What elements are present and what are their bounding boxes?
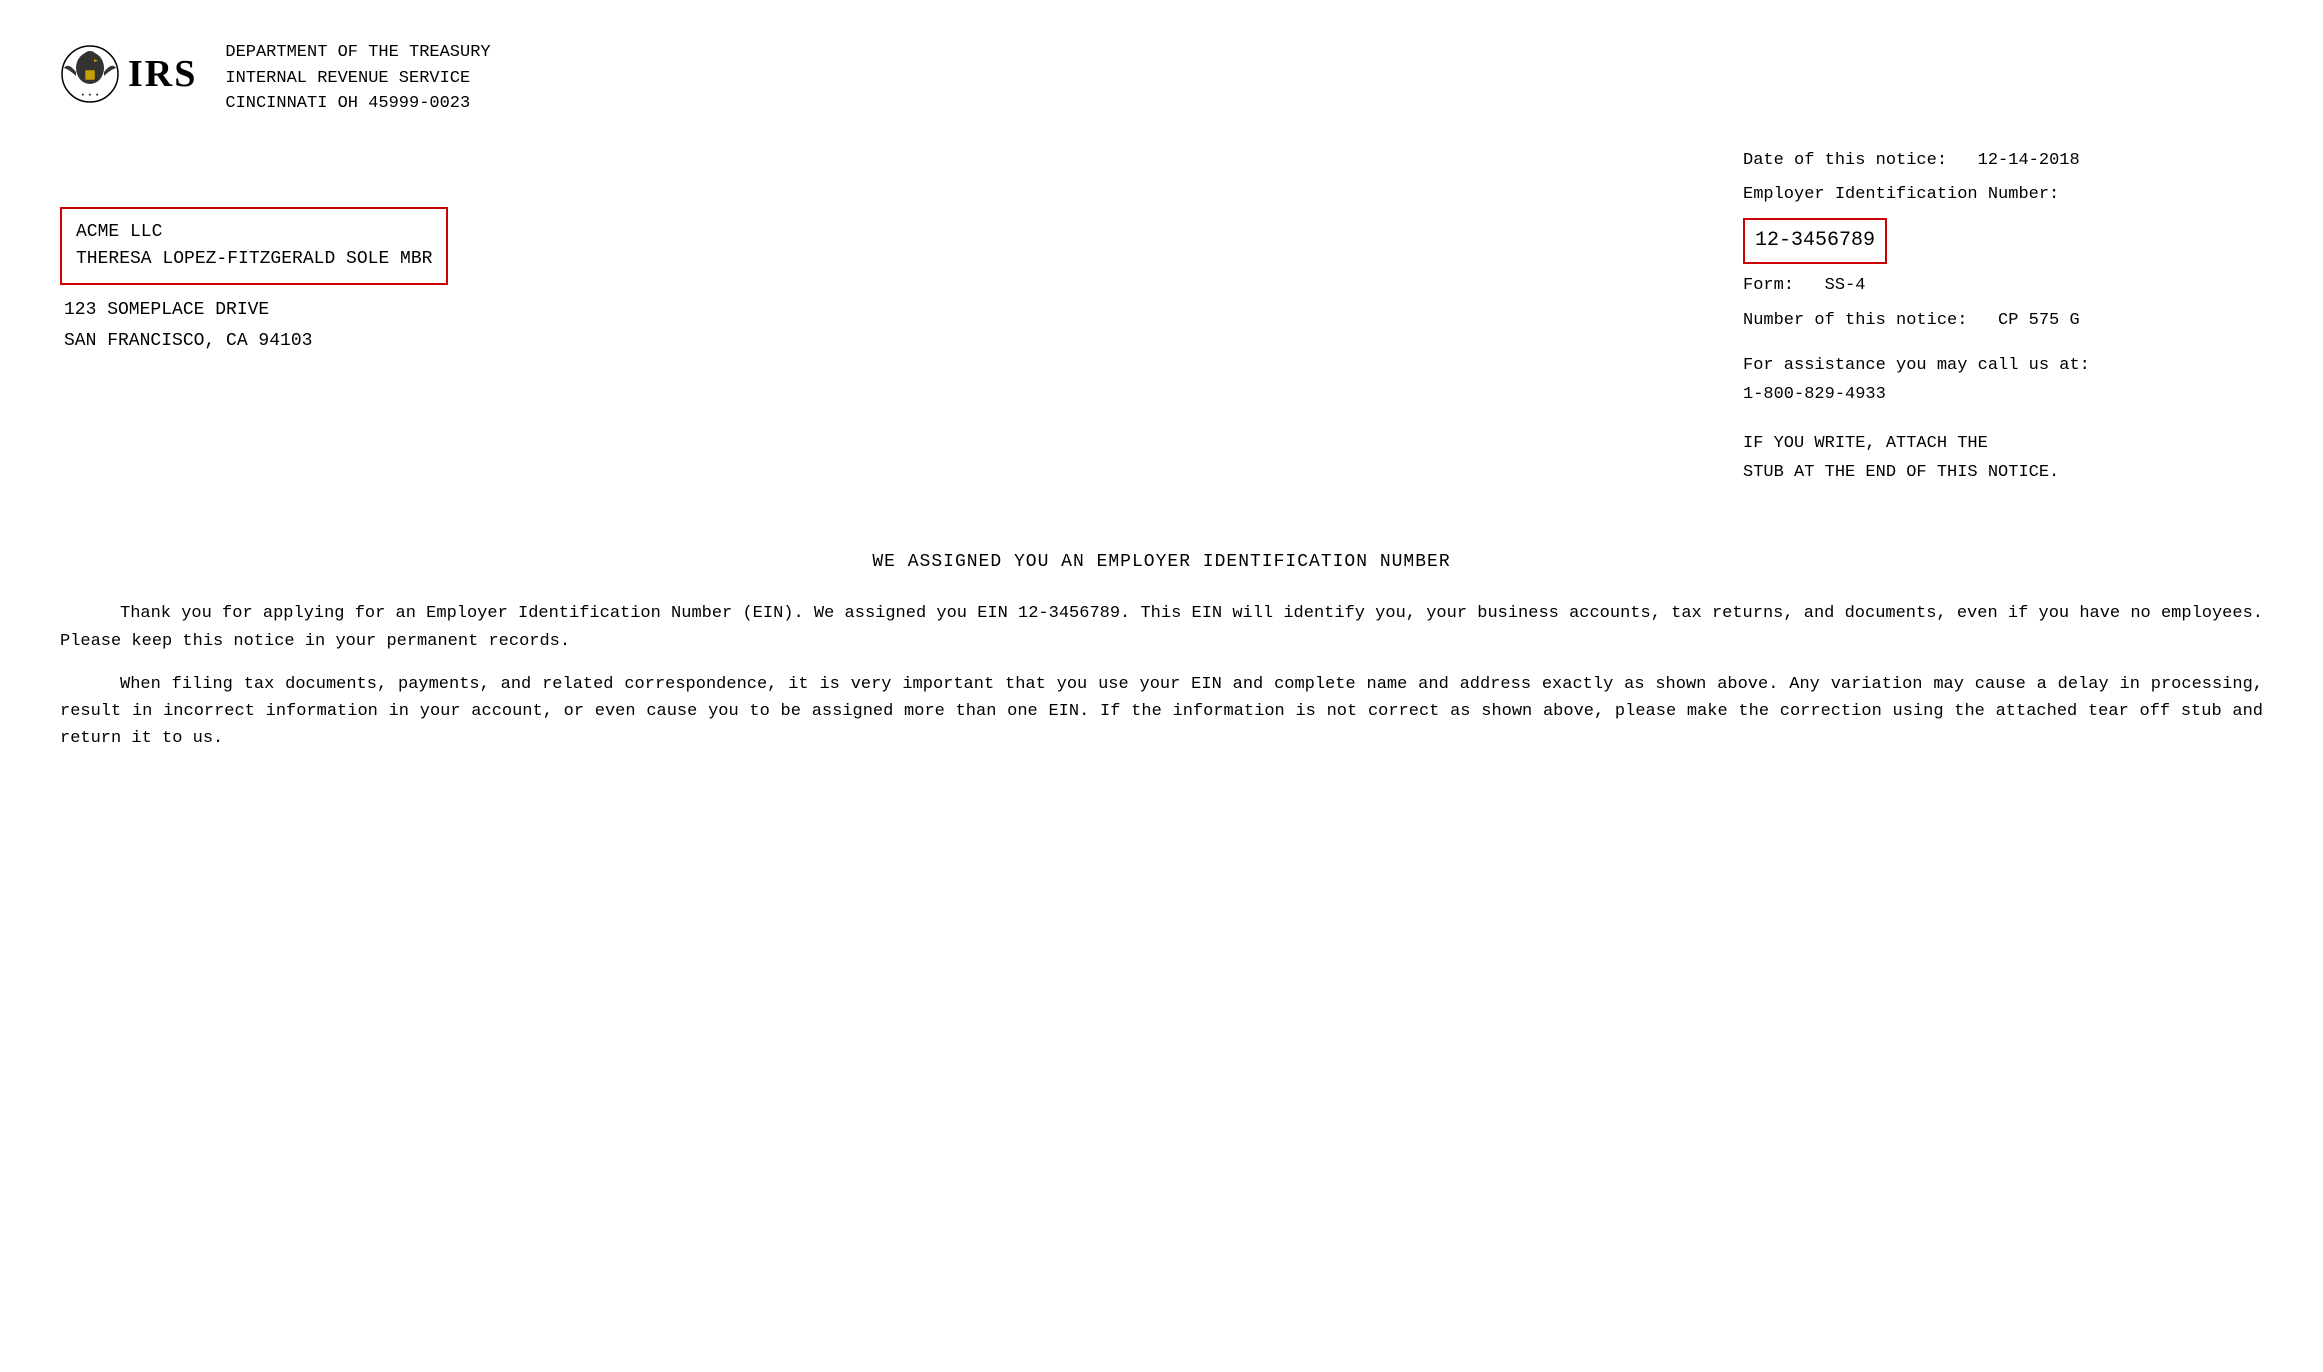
irs-wordmark: IRS bbox=[128, 55, 197, 93]
recipient-name-line2: THERESA LOPEZ-FITZGERALD SOLE MBR bbox=[76, 246, 432, 273]
body-paragraph-1: Thank you for applying for an Employer I… bbox=[60, 600, 2263, 654]
if-you-write-line1: IF YOU WRITE, ATTACH THE bbox=[1743, 430, 2263, 459]
eagle-icon: ★ ★ ★ bbox=[60, 44, 120, 104]
ein-value-box: 12-3456789 bbox=[1743, 218, 1887, 264]
date-value: 12-14-2018 bbox=[1978, 151, 2080, 170]
if-you-write-line2: STUB AT THE END OF THIS NOTICE. bbox=[1743, 459, 2263, 488]
body-section: WE ASSIGNED YOU AN EMPLOYER IDENTIFICATI… bbox=[60, 548, 2263, 753]
assistance-line1: For assistance you may call us at: bbox=[1743, 352, 2263, 381]
if-you-write-block: IF YOU WRITE, ATTACH THE STUB AT THE END… bbox=[1743, 430, 2263, 488]
assistance-line2: 1-800-829-4933 bbox=[1743, 381, 2263, 410]
notice-number-label: Number of this notice: bbox=[1743, 311, 1967, 330]
agency-line2: INTERNAL REVENUE SERVICE bbox=[225, 66, 490, 92]
notice-date-row: Date of this notice: 12-14-2018 bbox=[1743, 147, 2263, 176]
ein-label-row: Employer Identification Number: bbox=[1743, 181, 2263, 210]
recipient-name-line1: ACME LLC bbox=[76, 219, 432, 246]
right-column: Date of this notice: 12-14-2018 Employer… bbox=[1743, 147, 2263, 488]
svg-text:★ ★ ★: ★ ★ ★ bbox=[81, 91, 99, 98]
body-paragraph-2: When filing tax documents, payments, and… bbox=[60, 671, 2263, 753]
form-row: Form: SS-4 bbox=[1743, 272, 2263, 301]
agency-address: DEPARTMENT OF THE TREASURY INTERNAL REVE… bbox=[225, 40, 490, 117]
assistance-block: For assistance you may call us at: 1-800… bbox=[1743, 352, 2263, 410]
notice-number-value: CP 575 G bbox=[1998, 311, 2080, 330]
form-value: SS-4 bbox=[1825, 276, 1866, 295]
left-column: ACME LLC THERESA LOPEZ-FITZGERALD SOLE M… bbox=[60, 147, 1743, 488]
main-layout: ACME LLC THERESA LOPEZ-FITZGERALD SOLE M… bbox=[60, 147, 2263, 488]
recipient-city-state-zip: SAN FRANCISCO, CA 94103 bbox=[60, 328, 1703, 355]
body-title: WE ASSIGNED YOU AN EMPLOYER IDENTIFICATI… bbox=[60, 548, 2263, 577]
agency-line3: CINCINNATI OH 45999-0023 bbox=[225, 91, 490, 117]
ein-label: Employer Identification Number: bbox=[1743, 185, 2059, 204]
date-label: Date of this notice: bbox=[1743, 151, 1947, 170]
ein-value: 12-3456789 bbox=[1755, 229, 1875, 252]
form-label: Form: bbox=[1743, 276, 1794, 295]
notice-number-row: Number of this notice: CP 575 G bbox=[1743, 307, 2263, 336]
recipient-street: 123 SOMEPLACE DRIVE bbox=[60, 297, 1703, 324]
irs-logo: ★ ★ ★ IRS bbox=[60, 44, 209, 104]
agency-line1: DEPARTMENT OF THE TREASURY bbox=[225, 40, 490, 66]
header: ★ ★ ★ IRS DEPARTMENT OF THE TREASURY INT… bbox=[60, 40, 2263, 117]
recipient-name-box: ACME LLC THERESA LOPEZ-FITZGERALD SOLE M… bbox=[60, 207, 448, 285]
